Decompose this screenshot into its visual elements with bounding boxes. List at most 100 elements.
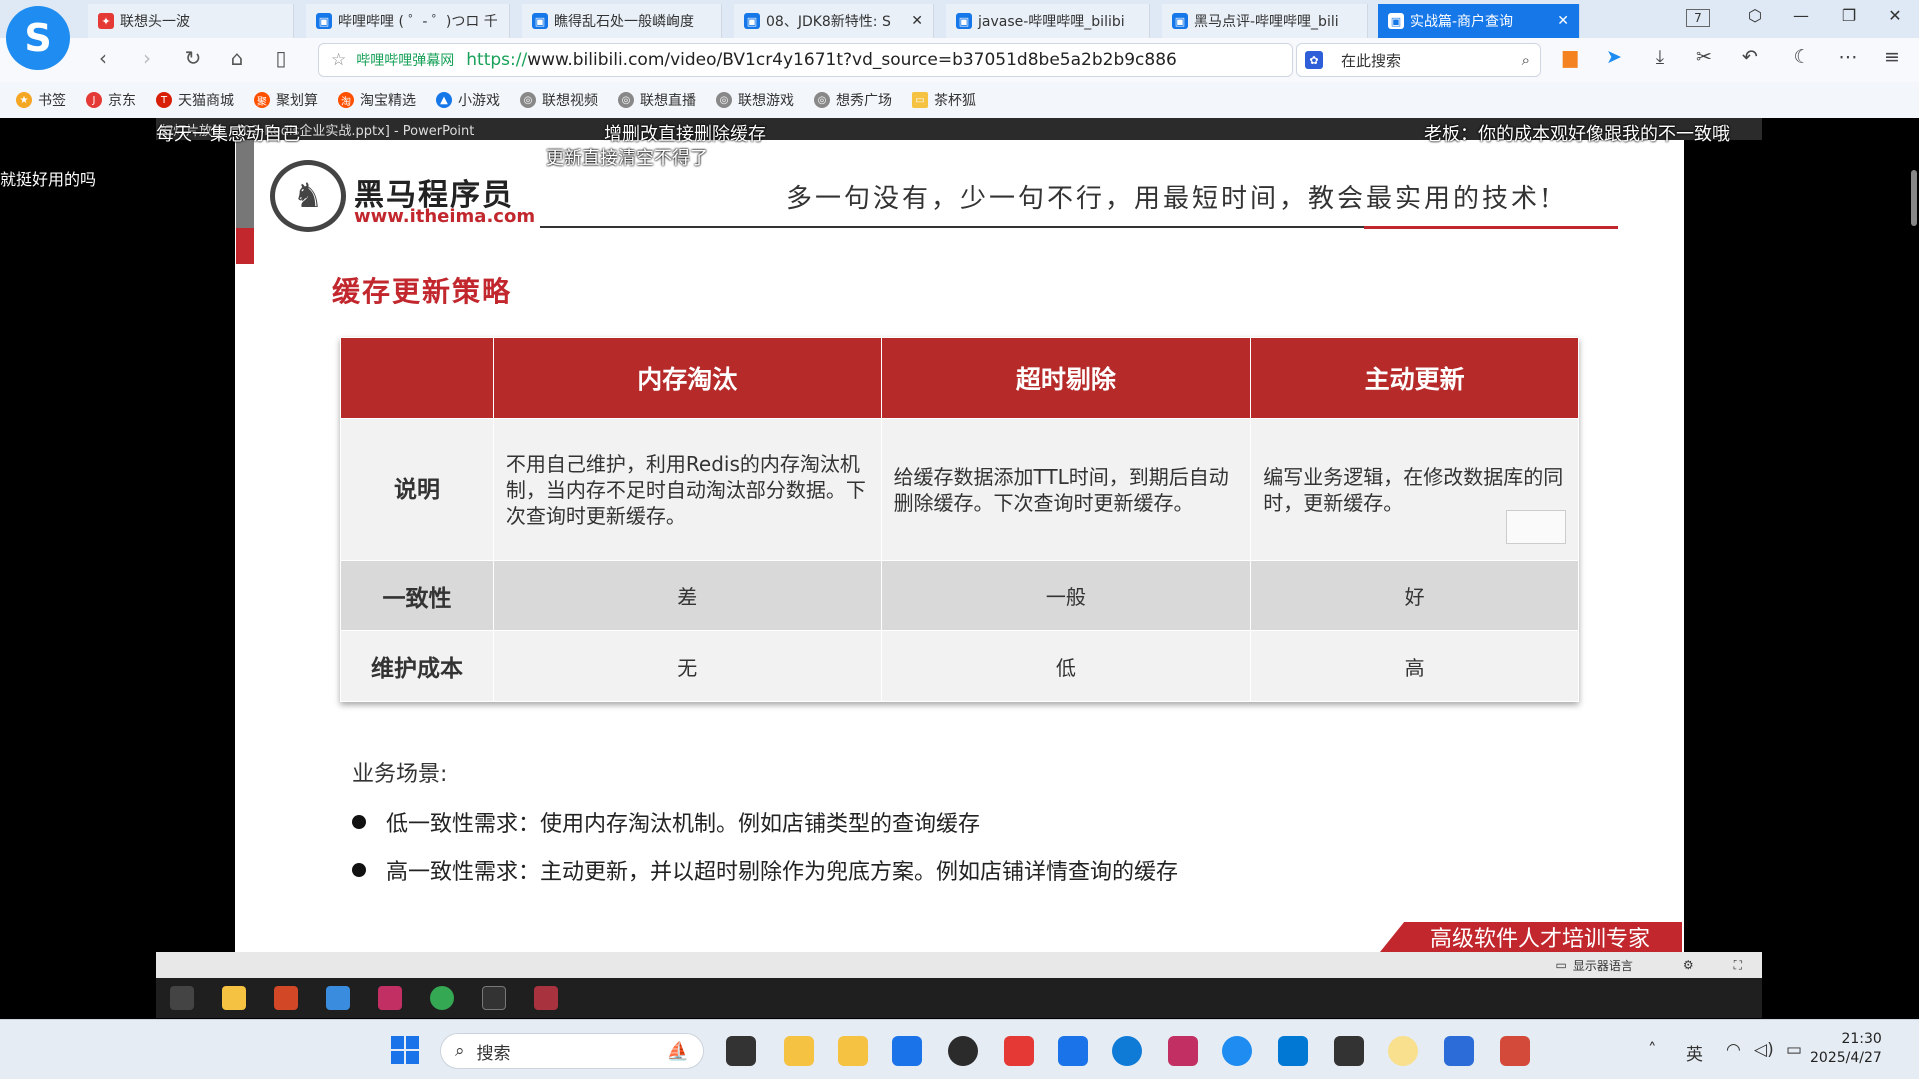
- edge-icon[interactable]: [1112, 1036, 1142, 1066]
- tab-6[interactable]: ▣ 黑马点评-哔哩哔哩_bili: [1162, 4, 1368, 38]
- wps-icon[interactable]: [1004, 1036, 1034, 1066]
- idea-icon: [378, 986, 402, 1010]
- app-icon[interactable]: [784, 1036, 814, 1066]
- bullet-icon: [352, 863, 366, 877]
- bullet-item: 低一致性需求：使用内存淘汰机制。例如店铺类型的查询缓存: [352, 806, 980, 838]
- baidu-icon[interactable]: ✿: [1305, 51, 1323, 69]
- settings-icon[interactable]: ⚙: [1683, 958, 1694, 972]
- redis-icon[interactable]: [1500, 1036, 1530, 1066]
- scissors-icon[interactable]: ✂: [1690, 46, 1718, 68]
- lenovo-icon: ✦: [98, 13, 114, 29]
- tab-5[interactable]: ▣ javase-哔哩哔哩_bilibi: [946, 4, 1150, 38]
- undo-icon[interactable]: ↶: [1736, 46, 1764, 68]
- table-cell: 高: [1250, 630, 1579, 702]
- globe-icon: ◎: [618, 92, 634, 108]
- globe-icon: ◎: [520, 92, 536, 108]
- table-header-row: 内存淘汰 超时剔除 主动更新: [340, 337, 1579, 419]
- tab-3[interactable]: ▣ 瞧得乱石处一般嶙峋度: [522, 4, 722, 38]
- lenovo-app-icon[interactable]: [1058, 1036, 1088, 1066]
- fullscreen-icon[interactable]: ⛶: [1734, 958, 1742, 973]
- tab-label: 黑马点评-哔哩哔哩_bili: [1194, 14, 1339, 30]
- clock[interactable]: 21:30 2025/4/27: [1810, 1030, 1882, 1068]
- reload-icon[interactable]: ↻: [178, 46, 208, 70]
- bookmark-item[interactable]: 淘淘宝精选: [338, 90, 416, 110]
- bilibili-icon: ▣: [1388, 13, 1404, 29]
- wifi-icon[interactable]: ◠: [1726, 1040, 1741, 1060]
- home-icon[interactable]: ⌂: [222, 46, 252, 70]
- boat-icon: ⛵: [666, 1040, 689, 1062]
- bookmark-item[interactable]: ▲ 小游戏: [436, 90, 500, 110]
- table-row: 一致性 差 一般 好: [340, 560, 1579, 631]
- tab-2[interactable]: ▣ 哔哩哔哩 ( ゜- ゜)つロ 千: [306, 4, 510, 38]
- search-icon: ⌕: [455, 1041, 465, 1061]
- wechat-icon[interactable]: [948, 1036, 978, 1066]
- night-mode-icon[interactable]: ☾: [1788, 46, 1816, 68]
- bookmark-item[interactable]: ◎ 联想游戏: [716, 90, 794, 110]
- menu-icon[interactable]: ≡: [1878, 46, 1906, 68]
- table-cell: 好: [1250, 560, 1579, 631]
- download-icon[interactable]: ⤓: [1646, 46, 1674, 68]
- terminal-icon[interactable]: [1334, 1036, 1364, 1066]
- forward-icon[interactable]: ›: [132, 46, 162, 70]
- restore-icon[interactable]: ❐: [1834, 6, 1864, 25]
- taskbar-search[interactable]: ⌕ 搜索 ⛵: [440, 1033, 704, 1069]
- monitor-icon[interactable]: ▭: [1555, 958, 1566, 972]
- folder-icon: [222, 986, 246, 1010]
- search-icon[interactable]: ⌕: [1522, 51, 1530, 69]
- close-icon[interactable]: ✕: [1557, 13, 1569, 29]
- store-icon[interactable]: [892, 1036, 922, 1066]
- tab-7-active[interactable]: ▣ 实战篇-商户查询 ✕: [1378, 4, 1580, 38]
- search-box[interactable]: ✿ 在此搜索 ⌕: [1296, 43, 1541, 77]
- bookmark-item[interactable]: ★ 书签: [16, 90, 66, 110]
- idea-icon[interactable]: [1168, 1036, 1198, 1066]
- extension-icon[interactable]: ▆: [1556, 46, 1584, 68]
- browser-icon[interactable]: [1222, 1036, 1252, 1066]
- slide-banner: 高级软件人才培训专家: [1380, 922, 1682, 952]
- more-icon[interactable]: ⋯: [1834, 46, 1862, 68]
- taobao-icon: 淘: [338, 92, 354, 108]
- volume-icon[interactable]: ◁): [1754, 1040, 1774, 1060]
- bookmark-label: 联想视频: [542, 93, 598, 109]
- tab-1[interactable]: ✦ 联想头一波: [88, 4, 294, 38]
- tab-count-badge[interactable]: 7: [1686, 9, 1710, 27]
- bilibili-icon: ▣: [316, 13, 332, 29]
- ime-indicator[interactable]: 英: [1686, 1040, 1703, 1065]
- cache-strategy-table: 内存淘汰 超时剔除 主动更新 说明 不用自己维护，利用Redis的内存淘汰机制，…: [340, 337, 1579, 702]
- bilibili-icon: ▣: [1172, 13, 1188, 29]
- minimize-icon[interactable]: —: [1786, 6, 1816, 25]
- bookmark-item[interactable]: ◎ 联想视频: [520, 90, 598, 110]
- chevron-up-icon[interactable]: ˄: [1648, 1040, 1657, 1060]
- control-label[interactable]: 显示器语言: [1573, 957, 1633, 974]
- address-bar[interactable]: ☆ 哔哩哔哩弹幕网 https:// www.bilibili.com/vide…: [318, 43, 1293, 77]
- left-caption: 就挺好用的吗: [0, 170, 97, 189]
- reader-icon[interactable]: ▯: [266, 46, 296, 70]
- close-icon[interactable]: ✕: [911, 13, 923, 29]
- back-icon[interactable]: ‹: [88, 46, 118, 70]
- section-title: 缓存更新策略: [332, 275, 513, 308]
- start-icon[interactable]: [391, 1036, 421, 1066]
- close-window-icon[interactable]: ✕: [1880, 6, 1910, 25]
- slogan: 多一句没有，少一句不行，用最短时间，教会最实用的技术!: [786, 184, 1554, 214]
- file-explorer-icon[interactable]: [838, 1036, 868, 1066]
- juhuasuan-icon: 聚: [254, 92, 270, 108]
- app-icon[interactable]: [1388, 1036, 1418, 1066]
- task-view-icon[interactable]: [726, 1036, 756, 1066]
- bookmark-item[interactable]: J 京东: [86, 90, 136, 110]
- vscode-icon[interactable]: [1278, 1036, 1308, 1066]
- browser-logo-icon[interactable]: S: [6, 6, 70, 70]
- bookmark-item[interactable]: ▭ 茶杯狐: [912, 90, 976, 110]
- notepad-icon[interactable]: [1444, 1036, 1474, 1066]
- battery-icon[interactable]: ▭: [1786, 1040, 1802, 1060]
- tab-4[interactable]: ▣ 08、JDK8新特性: S ✕: [734, 4, 934, 38]
- bookmark-item[interactable]: T 天猫商城: [156, 90, 234, 110]
- video-control-bar[interactable]: ▭ 显示器语言 ⚙ ⛶: [156, 952, 1762, 978]
- bookmark-item[interactable]: ◎ 想秀广场: [814, 90, 892, 110]
- bookmark-item[interactable]: ◎ 联想直播: [618, 90, 696, 110]
- bookmark-item[interactable]: 聚聚划算: [254, 90, 318, 110]
- shirt-icon[interactable]: ⬡: [1740, 6, 1770, 25]
- tab-label: 08、JDK8新特性: S: [766, 14, 891, 30]
- chrome-icon: [430, 986, 454, 1010]
- star-icon[interactable]: ☆: [331, 50, 346, 70]
- scrollbar-thumb[interactable]: [1911, 170, 1917, 226]
- send-icon[interactable]: ➤: [1600, 46, 1628, 68]
